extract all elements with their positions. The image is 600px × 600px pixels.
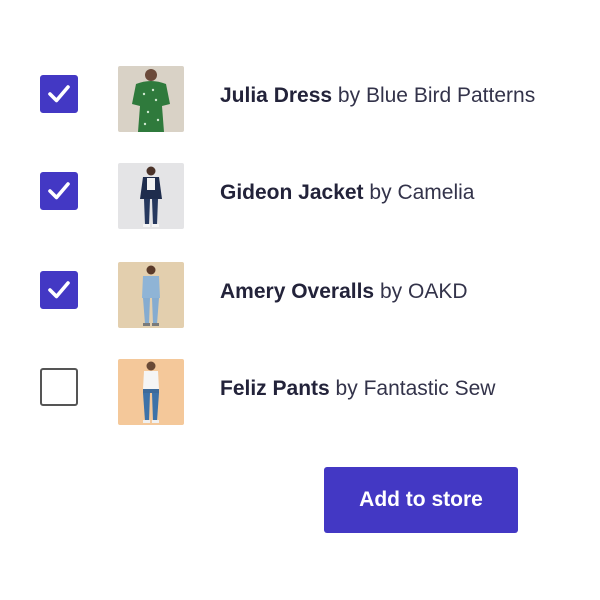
navy-jacket-photo-icon: [118, 163, 184, 229]
product-thumbnail: [118, 66, 184, 132]
product-row-julia-dress: Julia Dress by Blue Bird Patterns: [0, 66, 600, 132]
product-label: Amery Overalls by OAKD: [220, 279, 468, 305]
product-thumbnail: [118, 163, 184, 229]
by-text: by: [369, 181, 392, 204]
product-checkbox[interactable]: [40, 172, 78, 210]
product-name: Gideon Jacket: [220, 181, 364, 204]
product-brand: Fantastic Sew: [363, 377, 496, 400]
product-name: Feliz Pants: [220, 377, 330, 400]
checkmark-icon: [48, 85, 70, 103]
product-label: Feliz Pants by Fantastic Sew: [220, 376, 495, 402]
product-brand: OAKD: [407, 280, 468, 303]
product-row-gideon-jacket: Gideon Jacket by Camelia: [0, 163, 600, 229]
product-label: Julia Dress by Blue Bird Patterns: [220, 83, 535, 109]
denim-overalls-photo-icon: [118, 262, 184, 328]
product-name: Amery Overalls: [220, 280, 375, 303]
add-to-store-button[interactable]: Add to store: [324, 467, 518, 533]
product-row-feliz-pants: Feliz Pants by Fantastic Sew: [0, 359, 600, 425]
by-text: by: [379, 280, 403, 303]
product-checkbox[interactable]: [40, 271, 78, 309]
product-row-amery-overalls: Amery Overalls by OAKD: [0, 262, 600, 328]
product-checkbox[interactable]: [40, 75, 78, 113]
product-name: Julia Dress: [220, 84, 333, 107]
product-thumbnail: [118, 359, 184, 425]
product-label: Gideon Jacket by Camelia: [220, 180, 474, 206]
by-text: by: [337, 84, 361, 107]
product-brand: Blue Bird Patterns: [365, 84, 536, 107]
checkmark-icon: [48, 281, 70, 299]
product-thumbnail: [118, 262, 184, 328]
product-checkbox[interactable]: [40, 368, 78, 406]
blue-pants-photo-icon: [118, 359, 184, 425]
product-brand: Camelia: [397, 181, 475, 204]
by-text: by: [335, 377, 358, 400]
checkmark-icon: [48, 182, 70, 200]
green-dress-photo-icon: [118, 66, 184, 132]
